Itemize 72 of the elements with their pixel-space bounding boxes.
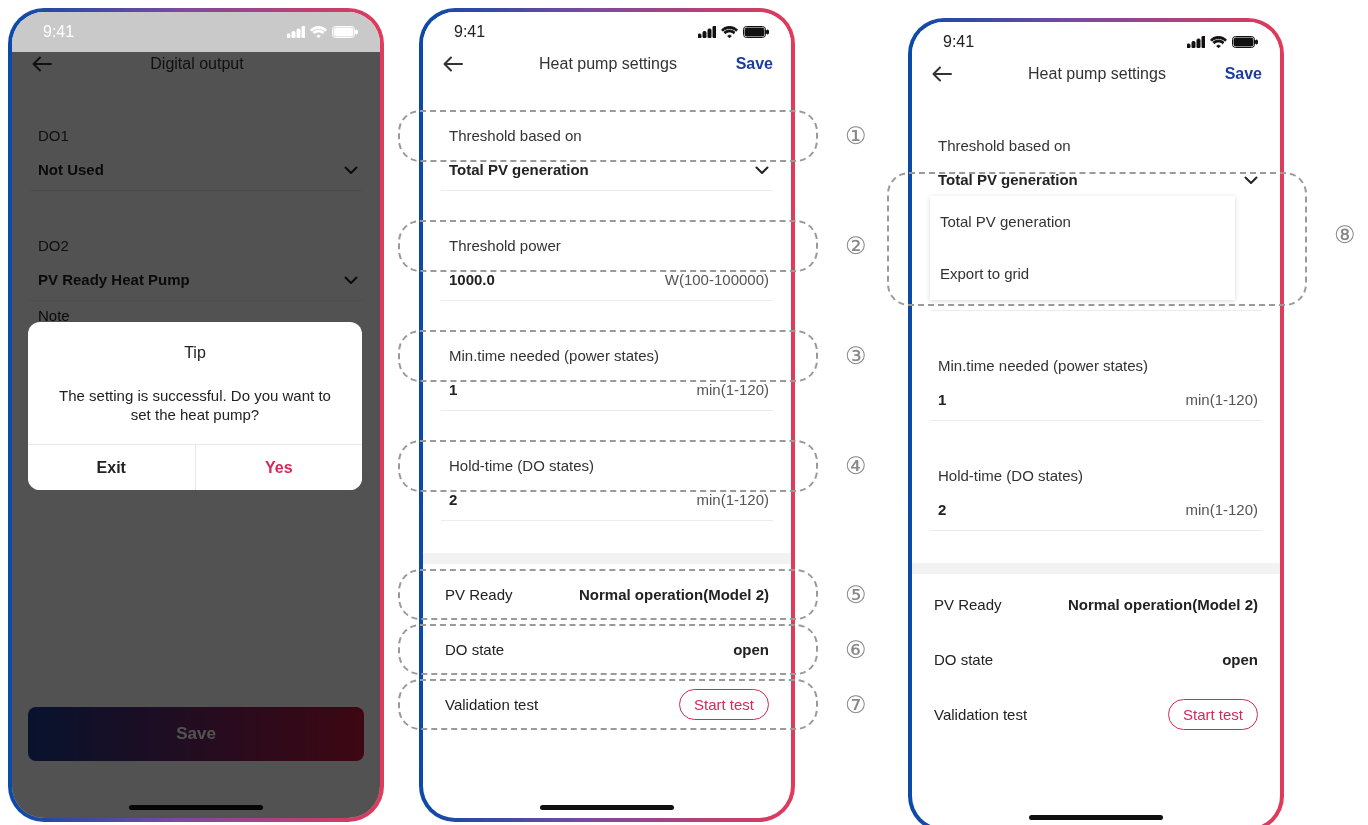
dropdown-option[interactable]: Export to grid: [930, 248, 1235, 300]
row-label: PV Ready: [934, 596, 1002, 613]
input-field[interactable]: 1 min(1-120): [441, 380, 773, 400]
field-label: Hold-time (DO states): [448, 456, 596, 476]
wifi-icon: [1210, 36, 1227, 48]
back-button[interactable]: [443, 55, 465, 73]
field-label: DO2: [37, 236, 70, 256]
field-label: Threshold based on: [448, 126, 583, 146]
back-arrow-icon: [932, 66, 952, 82]
row-label: PV Ready: [445, 586, 513, 603]
unit-label: W(100-100000): [664, 270, 769, 290]
field-label: Hold-time (DO states): [937, 466, 1085, 486]
start-test-button[interactable]: Start test: [1167, 699, 1258, 730]
select-field[interactable]: Total PV generation: [930, 170, 1262, 190]
signal-icon: [287, 26, 305, 38]
callout-number: ⑥: [845, 637, 867, 662]
row-label: DO state: [934, 651, 994, 668]
back-button[interactable]: [932, 65, 954, 83]
row-value: Normal operation(Model 2): [579, 586, 769, 603]
callout-number: ①: [845, 124, 867, 148]
callout-number: ③: [845, 344, 867, 368]
dialog-message: The setting is successful. Do you want to set the heat pump?: [58, 386, 332, 425]
callout-number: ⑦: [845, 692, 867, 717]
input-field[interactable]: 2 min(1-120): [441, 490, 773, 510]
chevron-down-icon: [344, 165, 358, 175]
chevron-down-icon: [1244, 175, 1258, 185]
input-field[interactable]: 2 min(1-120): [930, 500, 1262, 520]
wifi-icon: [721, 26, 738, 38]
unit-label: min(1-120): [696, 490, 769, 510]
battery-icon: [743, 26, 769, 38]
field-label: Threshold based on: [937, 136, 1072, 156]
unit-label: min(1-120): [1185, 500, 1258, 520]
row-label: Validation test: [934, 706, 1028, 723]
chevron-down-icon: [755, 165, 769, 175]
signal-icon: [1187, 36, 1205, 48]
callout-number: ⑧: [1334, 223, 1356, 247]
chevron-down-icon: [344, 275, 358, 285]
status-time: 9:41: [454, 23, 486, 41]
field-label: Min.time needed (power states): [937, 356, 1150, 376]
save-link[interactable]: Save: [1224, 65, 1262, 83]
callout-number: ⑤: [845, 582, 867, 607]
unit-label: min(1-120): [696, 380, 769, 400]
row-label: DO state: [445, 641, 505, 658]
screen-title: Heat pump settings: [1027, 65, 1167, 83]
row-label: Validation test: [445, 696, 539, 713]
save-link[interactable]: Save: [735, 55, 773, 73]
field-label: Min.time needed (power states): [448, 346, 661, 366]
dropdown-option[interactable]: Total PV generation: [930, 196, 1235, 248]
callout-number: ④: [845, 454, 867, 478]
status-time: 9:41: [943, 33, 975, 51]
note-label: Note: [37, 307, 71, 324]
row-value: open: [1222, 651, 1258, 668]
back-arrow-icon: [443, 56, 463, 72]
wifi-icon: [310, 26, 327, 38]
battery-icon: [1232, 36, 1258, 48]
screen-title: Heat pump settings: [538, 55, 678, 73]
yes-button[interactable]: Yes: [194, 445, 362, 490]
signal-icon: [698, 26, 716, 38]
unit-label: min(1-120): [1185, 390, 1258, 410]
input-field[interactable]: 1 min(1-120): [930, 390, 1262, 410]
battery-icon: [332, 26, 358, 38]
field-label: DO1: [37, 126, 70, 146]
select-field[interactable]: Total PV generation: [441, 160, 773, 180]
screen-title: Digital output: [149, 55, 245, 73]
back-arrow-icon: [32, 56, 52, 72]
row-value: Normal operation(Model 2): [1068, 596, 1258, 613]
input-field[interactable]: 1000.0 W(100-100000): [441, 270, 773, 290]
field-label: Threshold power: [448, 236, 562, 256]
row-value: open: [733, 641, 769, 658]
start-test-button[interactable]: Start test: [678, 689, 769, 720]
dialog-title: Tip: [183, 343, 207, 362]
callout-number: ②: [845, 234, 867, 258]
